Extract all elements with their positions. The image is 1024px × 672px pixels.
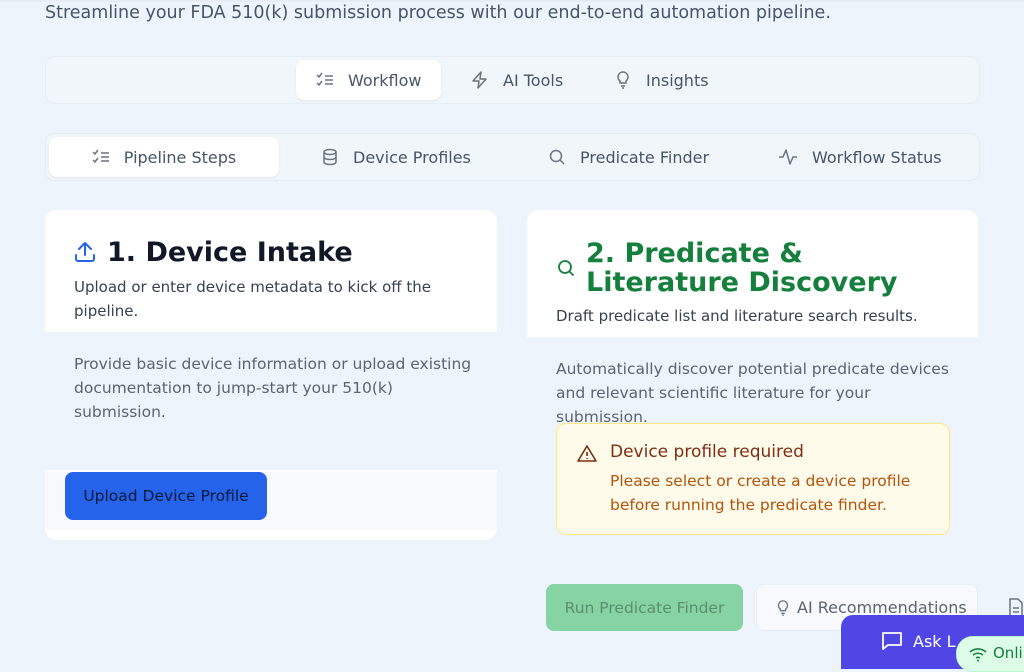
device-intake-footer: Upload Device Profile (45, 472, 497, 530)
tab-ai-tools[interactable]: AI Tools (471, 60, 563, 100)
device-profile-required-alert: Device profile required Please select or… (556, 423, 950, 535)
zap-icon (472, 71, 487, 89)
lightbulb-icon (617, 71, 629, 89)
predicate-subtitle: Draft predicate list and literature sear… (556, 307, 918, 325)
ask-assistant-label: Ask L (913, 632, 956, 651)
device-intake-card: 1. Device Intake Upload or enter device … (45, 210, 497, 540)
top-divider (0, 0, 1024, 2)
database-icon (323, 148, 337, 166)
tab-workflow-status-label: Workflow Status (812, 147, 942, 167)
search-icon (549, 149, 565, 165)
upload-device-profile-button[interactable]: Upload Device Profile (65, 472, 267, 520)
activity-icon (779, 149, 797, 165)
online-status-label: Onli (993, 644, 1023, 662)
online-status-badge: Onli (956, 636, 1024, 672)
tab-predicate-finder-label: Predicate Finder (580, 147, 710, 167)
tab-insights-label: Insights (646, 70, 709, 90)
tab-workflow-status[interactable]: Workflow Status (778, 137, 942, 177)
sub-tab-bar: Pipeline Steps Device Profiles Predicate… (45, 133, 980, 181)
device-intake-body: Provide basic device information or uplo… (45, 332, 497, 470)
tab-pipeline-steps[interactable]: Pipeline Steps (49, 137, 279, 177)
lightbulb-icon (777, 599, 789, 616)
device-intake-description: Provide basic device information or uplo… (74, 355, 472, 421)
predicate-title: 2. Predicate & Literature Discovery (586, 238, 898, 298)
tab-insights[interactable]: Insights (614, 60, 709, 100)
alert-title: Device profile required (610, 442, 804, 462)
tab-workflow[interactable]: Workflow (296, 60, 442, 100)
page-subtitle: Streamline your FDA 510(k) submission pr… (45, 3, 831, 23)
tab-predicate-finder[interactable]: Predicate Finder (548, 137, 709, 177)
list-checks-icon (92, 149, 109, 164)
run-predicate-finder-button[interactable]: Run Predicate Finder (546, 584, 743, 631)
wifi-icon (969, 648, 987, 662)
tab-ai-tools-label: AI Tools (503, 70, 564, 90)
tab-device-profiles[interactable]: Device Profiles (321, 137, 471, 177)
device-intake-title: 1. Device Intake (107, 237, 353, 268)
message-icon (882, 632, 902, 650)
list-checks-icon (316, 72, 333, 87)
search-icon (558, 260, 575, 277)
tab-workflow-label: Workflow (348, 70, 422, 90)
predicate-description: Automatically discover potential predica… (556, 360, 949, 426)
upload-icon (75, 242, 95, 262)
tab-pipeline-steps-label: Pipeline Steps (123, 147, 237, 167)
tab-device-profiles-label: Device Profiles (353, 147, 471, 167)
main-tab-bar: Workflow AI Tools Insights (45, 56, 980, 104)
device-intake-subtitle: Upload or enter device metadata to kick … (74, 278, 432, 320)
alert-text: Please select or create a device profile… (610, 472, 911, 514)
warning-icon (577, 445, 597, 462)
